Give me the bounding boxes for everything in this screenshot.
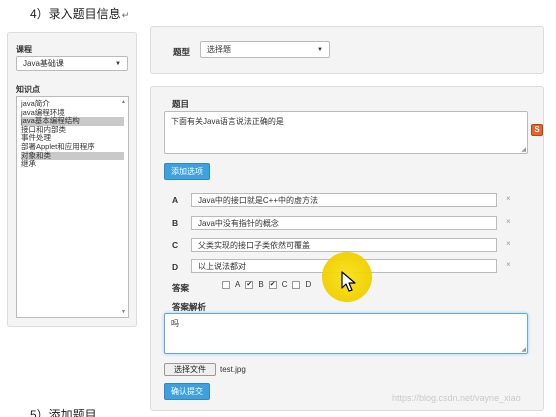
answer-checkbox-group: A ✔ B ✔ C D (222, 280, 311, 289)
analysis-label: 答案解析 (172, 302, 207, 312)
chevron-down-icon: ▼ (115, 60, 121, 67)
analysis-text: 吗 (171, 319, 179, 328)
question-type-value: 选择题 (207, 45, 231, 54)
answer-choice-label: B (258, 280, 264, 289)
option-letter: D (172, 262, 179, 272)
option-input[interactable]: Java中的接口就是C++中的虚方法 (191, 193, 497, 207)
course-label: 课程 (16, 45, 32, 54)
answer-label: 答案 (172, 283, 190, 293)
option-input[interactable]: 父类实现的接口子类依然可覆盖 (191, 238, 497, 252)
answer-checkbox-d[interactable] (292, 280, 301, 289)
knowledge-item[interactable]: 对象和类 (21, 151, 124, 161)
mouse-pointer-icon (341, 271, 356, 292)
close-icon[interactable]: × (506, 239, 511, 248)
submit-button[interactable]: 确认提交 (164, 383, 210, 400)
course-select[interactable]: Java基础课 ▼ (16, 56, 128, 71)
option-letter: B (172, 218, 179, 228)
answer-checkbox-c[interactable]: ✔ (268, 280, 277, 289)
answer-choice-label: D (305, 280, 312, 289)
analysis-textarea[interactable]: 吗 ◢ (164, 313, 528, 354)
option-input[interactable]: Java中没有指针的概念 (191, 216, 497, 230)
document-heading: 4）录入题目信息↵ (30, 7, 130, 21)
file-name: test.jpg (220, 365, 246, 374)
question-label: 题目 (172, 99, 190, 109)
close-icon[interactable]: × (506, 260, 511, 269)
add-option-button[interactable]: 添加选项 (164, 163, 210, 180)
scroll-up-icon[interactable]: ▲ (121, 99, 126, 105)
knowledge-listbox[interactable]: java简介 java编程环境 java基本编程结构 接口和内部类 事件处理 部… (16, 96, 129, 318)
knowledge-item[interactable]: 继承 (21, 160, 124, 169)
option-letter: C (172, 240, 179, 250)
course-select-value: Java基础课 (23, 59, 64, 68)
resize-handle-icon[interactable]: ◢ (521, 146, 526, 153)
document-footer-heading: 5）添加题目 (30, 408, 97, 417)
resize-handle-icon[interactable]: ◢ (521, 346, 526, 353)
choose-file-button[interactable]: 选择文件 (164, 363, 216, 376)
answer-checkbox-b[interactable]: ✔ (245, 280, 254, 289)
answer-checkbox-a[interactable] (222, 280, 230, 289)
scroll-down-icon[interactable]: ▼ (121, 309, 126, 315)
question-textarea[interactable]: 下面有关Java语言说法正确的是 ◢ (164, 111, 528, 154)
answer-choice-label: A (235, 280, 241, 289)
extension-icon[interactable]: S (531, 124, 543, 136)
question-type-label: 题型 (173, 47, 191, 57)
close-icon[interactable]: × (506, 217, 511, 226)
chevron-down-icon: ▼ (317, 46, 323, 53)
option-letter: A (172, 195, 179, 205)
answer-choice-label: C (281, 280, 288, 289)
close-icon[interactable]: × (506, 194, 511, 203)
knowledge-label: 知识点 (16, 85, 40, 94)
question-type-select[interactable]: 选择题 ▼ (200, 41, 330, 58)
watermark: https://blog.csdn.net/vayne_xiao (392, 393, 521, 403)
question-text: 下面有关Java语言说法正确的是 (171, 117, 284, 126)
